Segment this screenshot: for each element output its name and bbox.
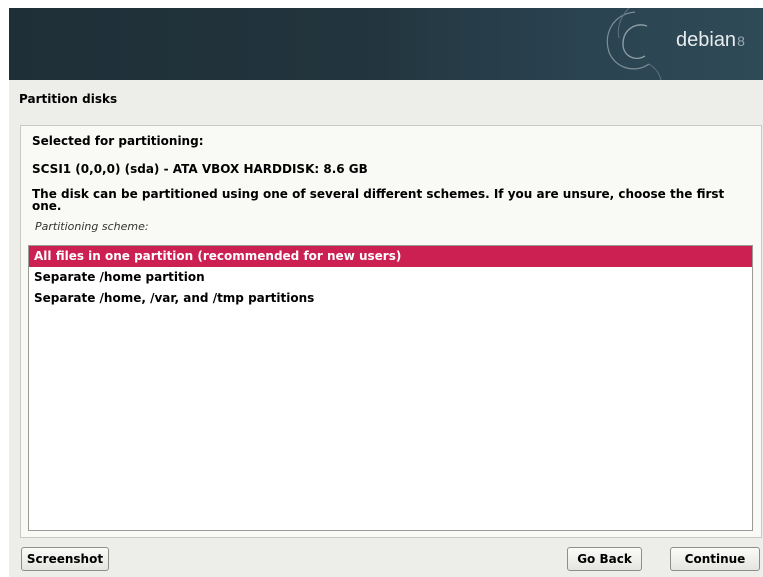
installer-window: debian8 Partition disks Selected for par… bbox=[9, 8, 763, 577]
disk-name: SCSI1 (0,0,0) (sda) - ATA VBOX HARDDISK:… bbox=[32, 162, 368, 176]
continue-button[interactable]: Continue bbox=[670, 547, 760, 571]
content-panel: Selected for partitioning: SCSI1 (0,0,0)… bbox=[20, 125, 762, 538]
list-item-separate-home[interactable]: Separate /home partition bbox=[29, 267, 752, 288]
description-text: The disk can be partitioned using one of… bbox=[32, 187, 725, 213]
page-title: Partition disks bbox=[19, 92, 118, 106]
go-back-button[interactable]: Go Back bbox=[567, 547, 642, 571]
selected-heading: Selected for partitioning: bbox=[32, 134, 204, 148]
list-item-separate-home-var-tmp[interactable]: Separate /home, /var, and /tmp partition… bbox=[29, 288, 752, 309]
logo-version: 8 bbox=[737, 33, 745, 49]
scheme-label: Partitioning scheme: bbox=[35, 220, 149, 233]
debian-logo: debian8 bbox=[676, 29, 745, 52]
debian-banner: debian8 bbox=[9, 8, 763, 80]
screenshot-button[interactable]: Screenshot bbox=[21, 547, 109, 571]
logo-text: debian bbox=[676, 29, 737, 51]
list-item-all-in-one[interactable]: All files in one partition (recommended … bbox=[29, 246, 752, 267]
partitioning-scheme-list[interactable]: All files in one partition (recommended … bbox=[28, 245, 753, 531]
debian-swirl-icon bbox=[606, 8, 662, 80]
